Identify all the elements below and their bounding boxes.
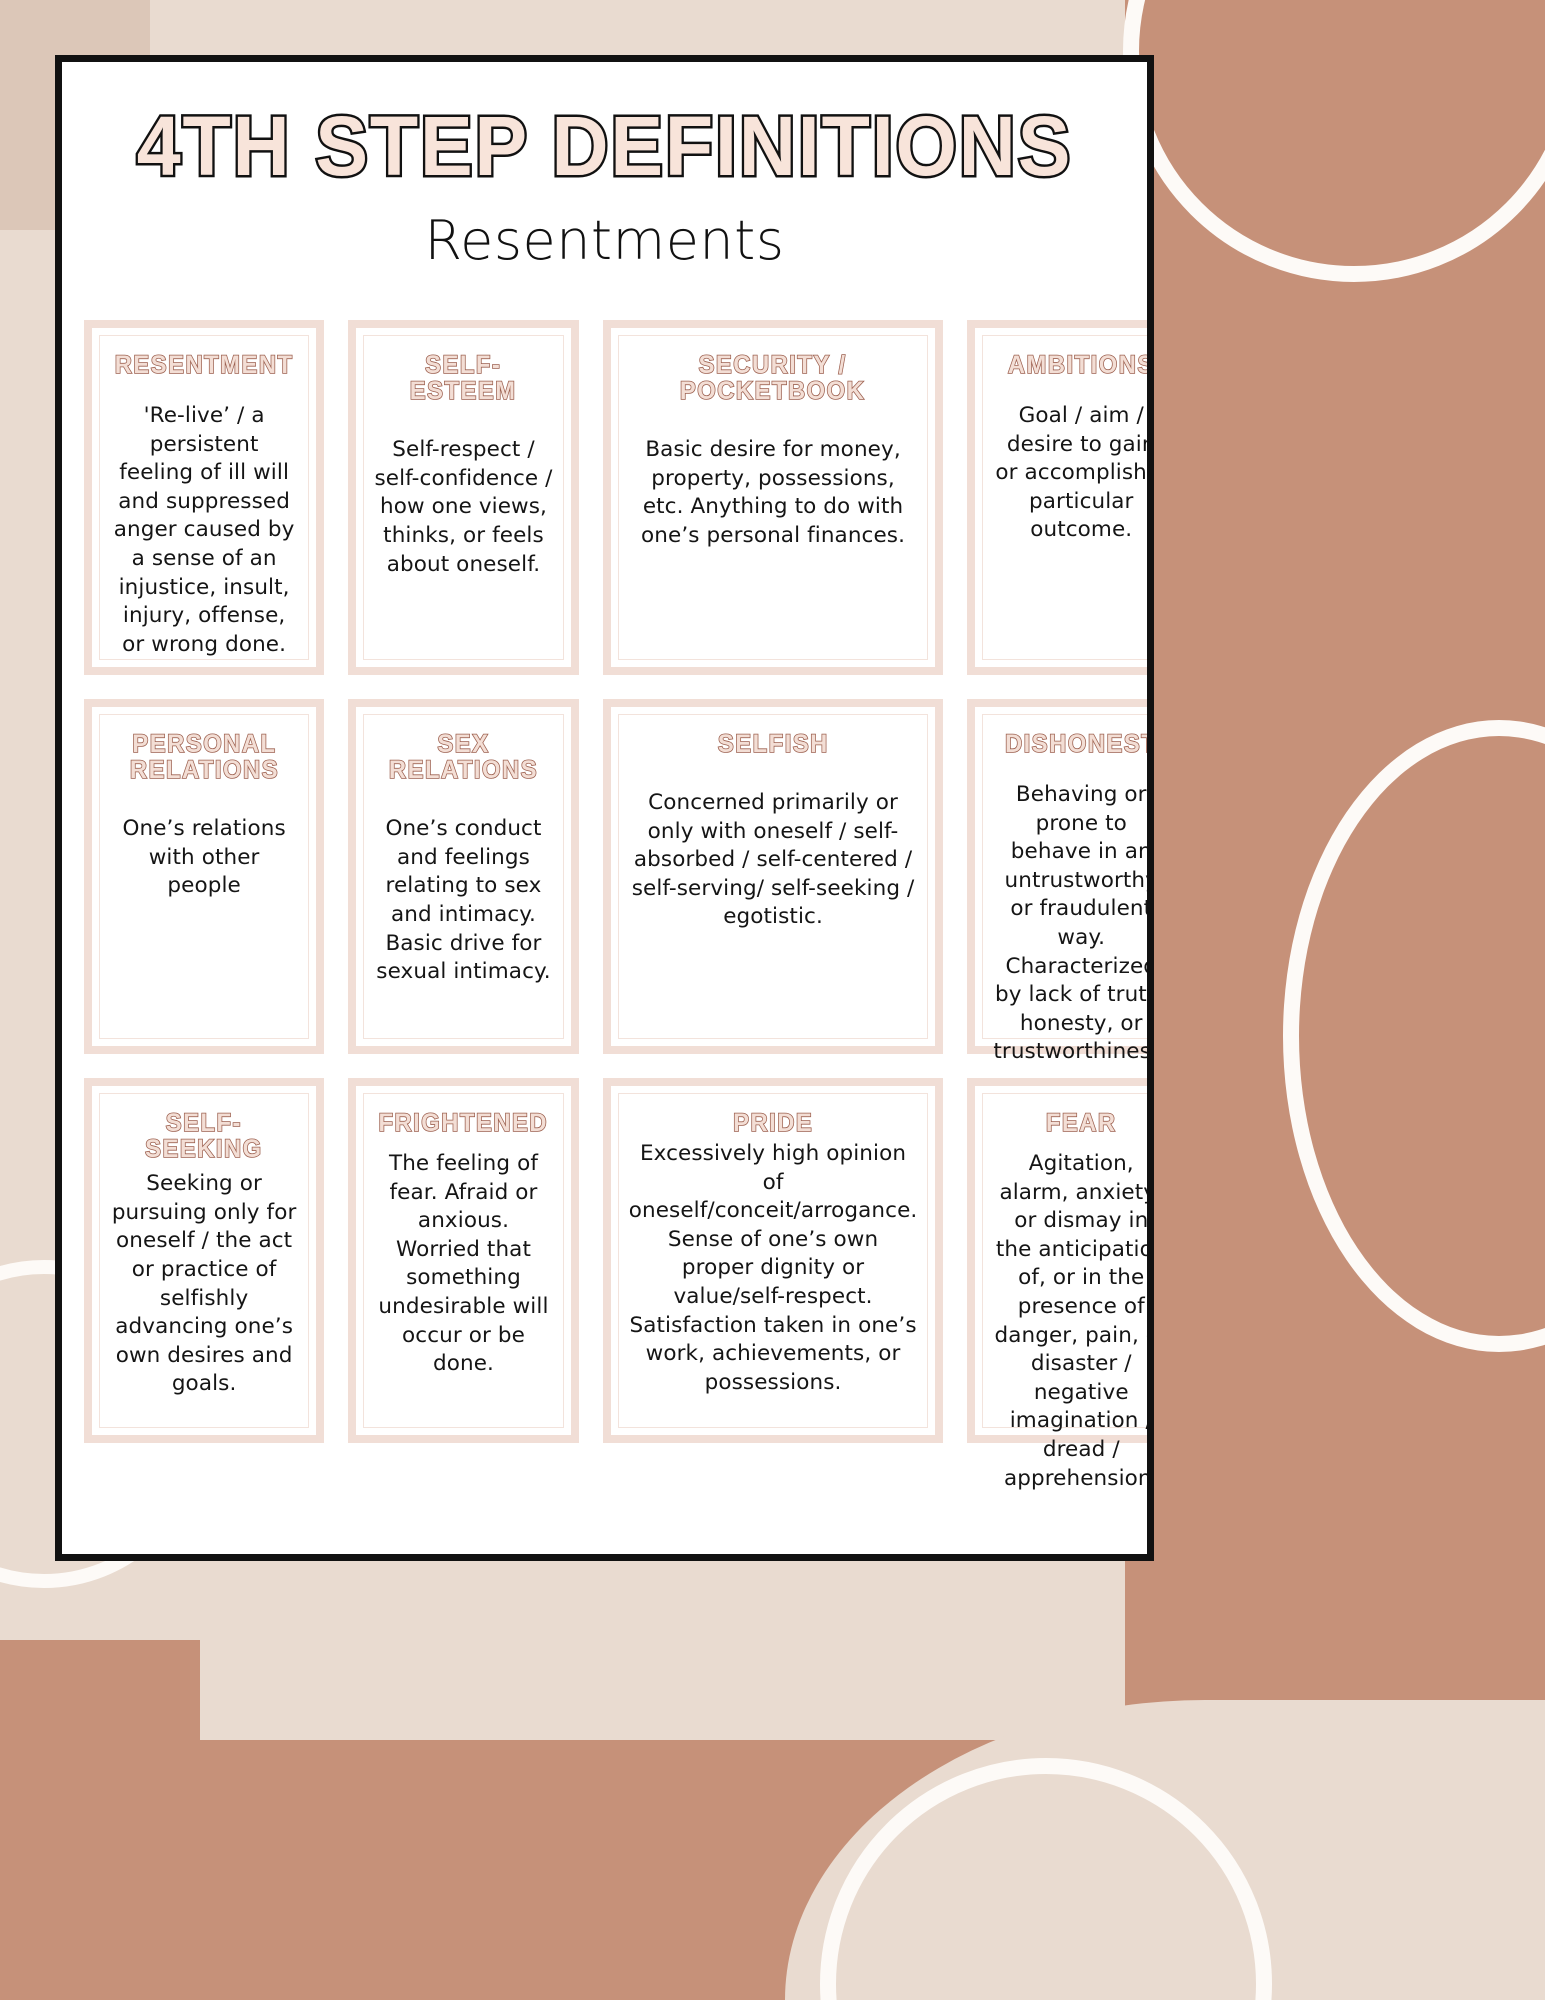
definition-card-title: SELFISH: [717, 729, 829, 758]
definition-card-title: SELF- SEEKING: [145, 1108, 263, 1164]
definition-card-inner: SELF- ESTEEM Self-respect / self-confidenc…: [363, 334, 564, 660]
definition-card-inner: SELFISH Concerned primarily or only with …: [617, 713, 929, 1039]
definition-card-title: PERSONAL RELATIONS: [129, 729, 279, 785]
definition-card-body: Goal / aim / desire to gain or accomplis…: [995, 403, 1154, 543]
definition-card-body: The feeling of fear. Afraid or anxious. …: [378, 1151, 549, 1377]
definition-card: FRIGHTENED The feeling of fear. Afraid or…: [348, 1077, 579, 1443]
definition-card-title: RESENTMENT: [114, 350, 294, 379]
definition-card-body: Excessively high opinion of oneself/conc…: [628, 1141, 918, 1395]
definition-card-body: Basic desire for money, property, posses…: [641, 437, 906, 549]
poster-page: 4TH STEP DEFINITIONS Resentments RESENTM…: [55, 55, 1154, 1561]
definition-card-body: Self-respect / self-confidence / how one…: [374, 437, 553, 577]
background-bottom-left-shape: [0, 1640, 200, 2000]
definition-card-body: Concerned primarily or only with oneself…: [631, 790, 915, 930]
definition-card-body: 'Re-live’ / a persistent feeling of ill …: [113, 403, 295, 657]
definitions-grid: RESENTMENT 'Re-live’ / a persistent feeli…: [62, 319, 1147, 1491]
definition-card-inner: SECURITY / POCKETBOOK Basic desire for mon…: [617, 334, 929, 660]
definition-card: SECURITY / POCKETBOOK Basic desire for mon…: [602, 319, 944, 675]
definition-card-inner: DISHONEST Behaving or prone to behave in …: [982, 713, 1154, 1064]
definition-card-inner: FEAR Agitation, alarm, anxiety, or dismay…: [982, 1092, 1147, 1491]
page-subtitle: Resentments: [424, 208, 785, 272]
definition-card: SELF- SEEKING Seeking or pursuing only for…: [84, 1077, 325, 1443]
definition-card: SEX RELATIONS One’s conduct and feelings r…: [348, 698, 579, 1054]
page-title: 4TH STEP DEFINITIONS: [134, 99, 1073, 193]
definition-card: PERSONAL RELATIONS One’s relations with ot…: [84, 698, 325, 1054]
definition-card-inner: SEX RELATIONS One’s conduct and feelings r…: [363, 713, 564, 1039]
definition-card-title: DISHONEST: [1004, 729, 1154, 758]
definition-card: PRIDE Excessively high opinion of oneself…: [602, 1077, 944, 1443]
definition-card: RESENTMENT 'Re-live’ / a persistent feeli…: [84, 319, 325, 675]
definition-card-body: Agitation, alarm, anxiety, or dismay in …: [994, 1151, 1154, 1491]
definition-card: SELF- ESTEEM Self-respect / self-confidenc…: [348, 319, 579, 675]
definition-card: DISHONEST Behaving or prone to behave in …: [967, 698, 1154, 1064]
definition-card-title: SECURITY / POCKETBOOK: [680, 350, 866, 406]
definition-card-inner: FRIGHTENED The feeling of fear. Afraid or…: [363, 1092, 564, 1428]
definition-card-title: SELF- ESTEEM: [409, 350, 517, 406]
definition-card-inner: PRIDE Excessively high opinion of oneself…: [617, 1092, 929, 1428]
definition-card-inner: RESENTMENT 'Re-live’ / a persistent feeli…: [99, 334, 310, 660]
definition-card-title: FEAR: [1045, 1108, 1117, 1137]
definition-card-body: One’s conduct and feelings relating to s…: [376, 816, 551, 985]
definition-card-inner: AMBITIONS Goal / aim / desire to gain or …: [982, 334, 1154, 660]
definition-card-title: PRIDE: [732, 1108, 814, 1137]
definition-card-inner: PERSONAL RELATIONS One’s relations with ot…: [99, 713, 310, 1039]
definition-card: AMBITIONS Goal / aim / desire to gain or …: [967, 319, 1154, 675]
definition-card-title: AMBITIONS: [1007, 350, 1154, 379]
definition-card-inner: SELF- SEEKING Seeking or pursuing only for…: [99, 1092, 310, 1428]
definition-card-title: FRIGHTENED: [378, 1108, 549, 1137]
definition-card-body: Seeking or pursuing only for oneself / t…: [111, 1171, 297, 1397]
definition-card-body: Behaving or prone to behave in an untrus…: [993, 782, 1154, 1065]
definition-card: FEAR Agitation, alarm, anxiety, or dismay…: [967, 1077, 1147, 1491]
definition-card-body: One’s relations with other people: [122, 816, 286, 899]
definition-card: SELFISH Concerned primarily or only with …: [602, 698, 944, 1054]
definition-card-title: SEX RELATIONS: [388, 729, 539, 785]
